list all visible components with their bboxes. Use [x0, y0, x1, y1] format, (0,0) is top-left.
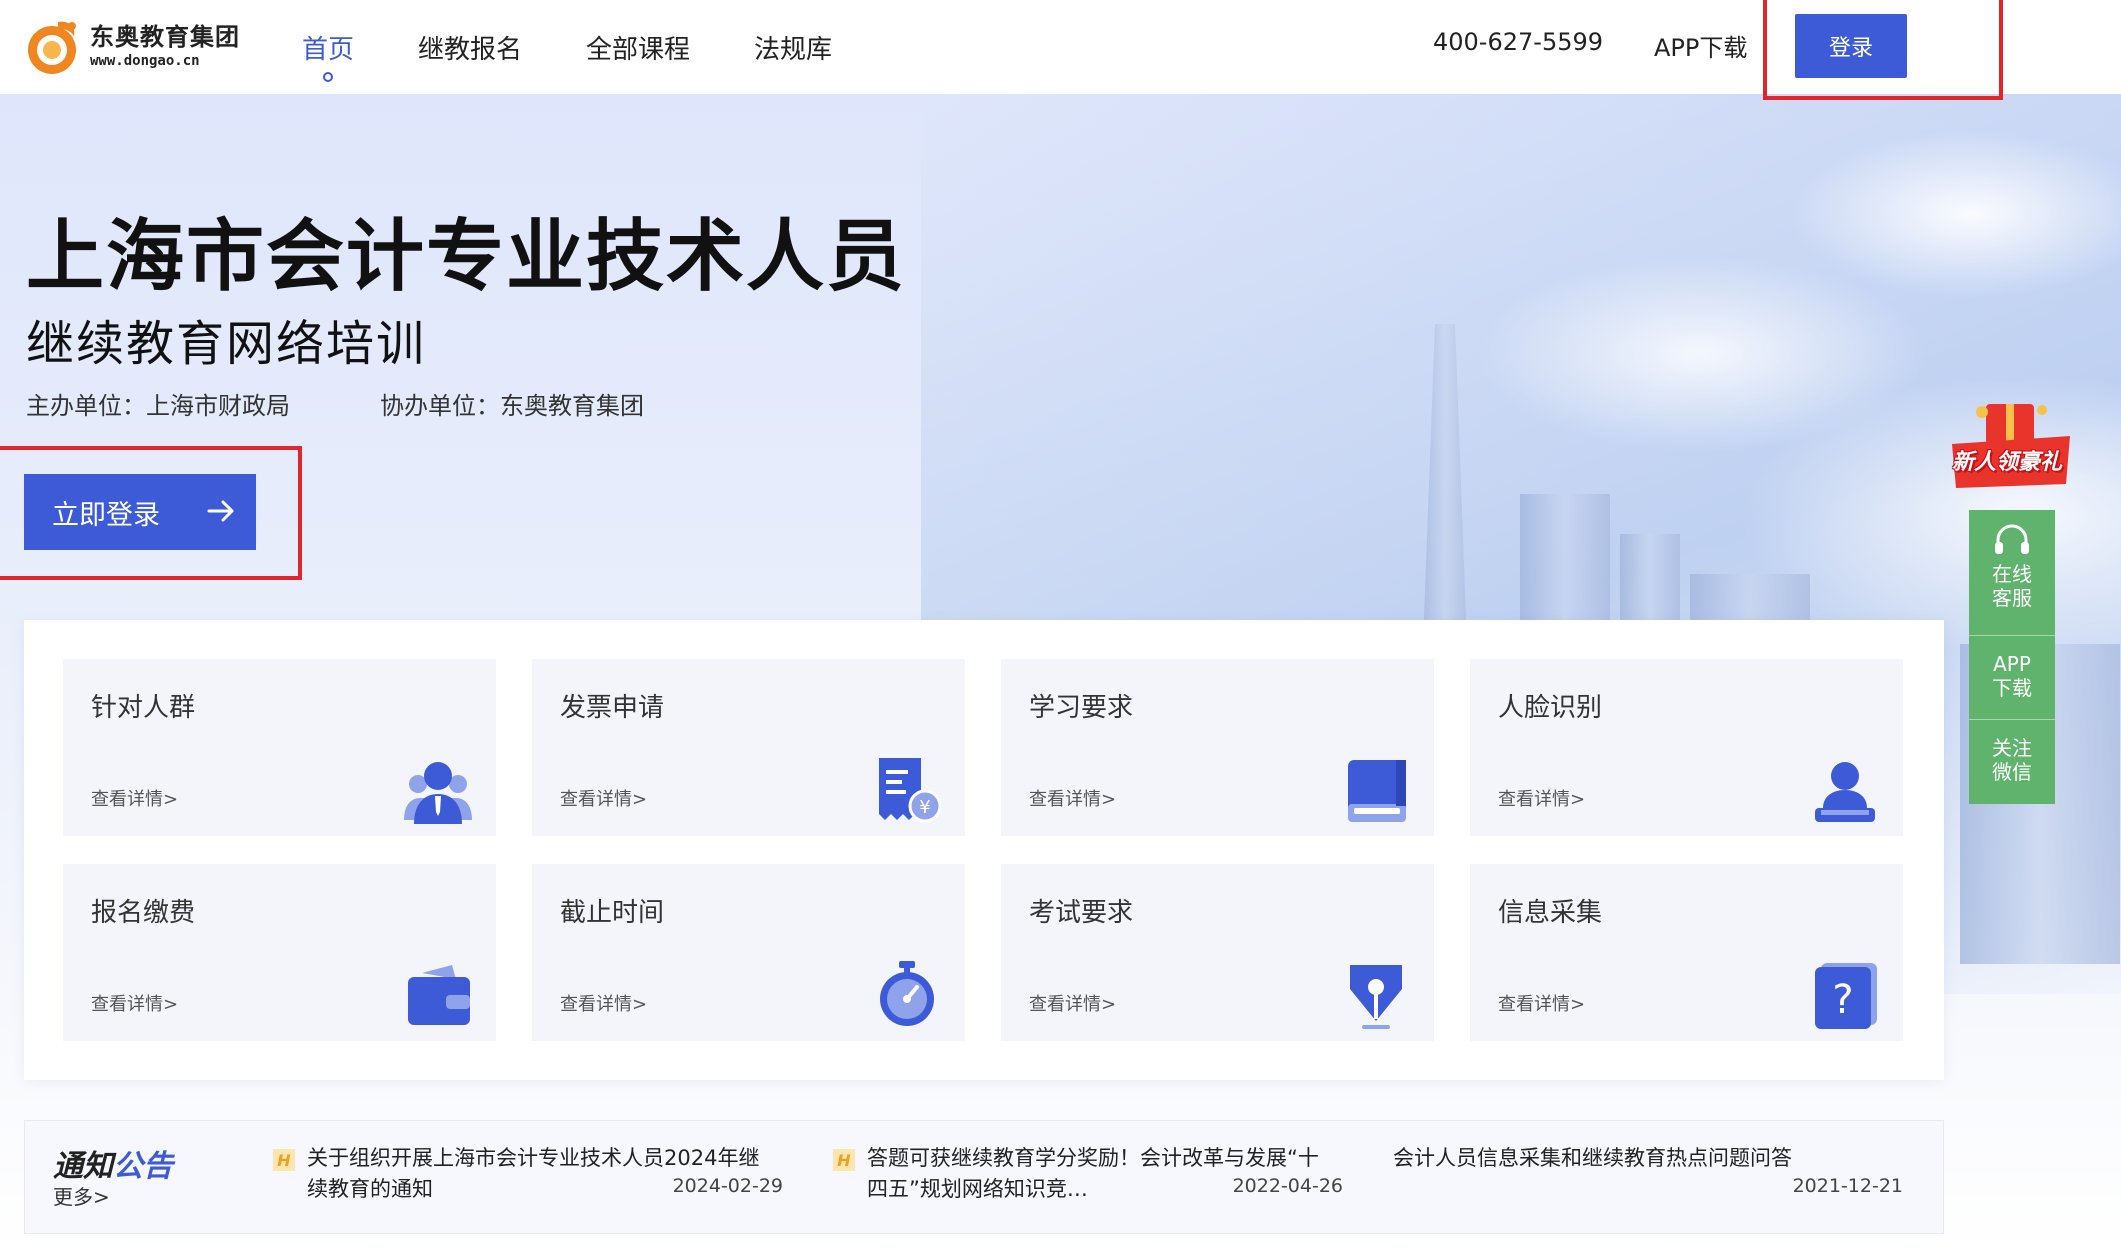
feature-study-requirements[interactable]: 学习要求 查看详情> — [1001, 659, 1434, 836]
feature-face-recognition[interactable]: 人脸识别 查看详情> — [1470, 659, 1903, 836]
feature-title: 发票申请 — [560, 693, 665, 723]
notice-item[interactable]: 会计人员信息采集和继续教育热点问题问答 2021-12-21 — [1393, 1143, 1913, 1213]
face-id-icon — [1815, 762, 1875, 822]
notice-bar: 通知公告 更多> H 关于组织开展上海市会计专业技术人员2024年继续教育的通知… — [24, 1120, 1944, 1234]
top-navbar: 东奥教育集团 www.dongao.cn 首页 继教报名 全部课程 法规库 40… — [0, 0, 2121, 94]
feature-title: 信息采集 — [1498, 898, 1603, 928]
notice-title: 会计人员信息采集和继续教育热点问题问答 — [1393, 1146, 1792, 1170]
feature-exam-requirements[interactable]: 考试要求 查看详情> — [1001, 864, 1434, 1041]
hero-title: 上海市会计专业技术人员 — [26, 212, 907, 302]
headset-icon — [1995, 524, 2029, 554]
app-download-float-button[interactable]: APP下载 — [1969, 636, 2055, 720]
invoice-icon: ¥ — [879, 758, 942, 823]
host-organization: 主办单位：上海市财政局 — [26, 392, 290, 420]
feature-title: 人脸识别 — [1498, 693, 1603, 723]
svg-text:?: ? — [1832, 977, 1853, 1023]
login-now-label: 立即登录 — [52, 499, 160, 531]
wallet-icon — [408, 965, 470, 1025]
nav-home[interactable]: 首页 — [270, 0, 386, 94]
login-button[interactable]: 登录 — [1795, 14, 1907, 78]
notice-heading: 通知公告 — [53, 1141, 173, 1185]
stopwatch-icon — [880, 961, 934, 1026]
nav-courses-label: 全部课程 — [586, 34, 691, 65]
main-nav: 首页 继教报名 全部课程 法规库 — [270, 0, 864, 94]
dongao-logo-icon — [28, 21, 76, 74]
notice-more-link[interactable]: 更多> — [53, 1181, 110, 1210]
nav-home-label: 首页 — [302, 34, 355, 65]
book-icon — [1348, 760, 1406, 822]
brand-logo[interactable]: 东奥教育集团 www.dongao.cn — [24, 16, 240, 76]
feature-title: 学习要求 — [1029, 693, 1134, 723]
notice-item[interactable]: H 关于组织开展上海市会计专业技术人员2024年继续教育的通知 2024-02-… — [273, 1143, 793, 1213]
app-download-float-label: APP下载 — [1992, 652, 2032, 700]
view-details-link[interactable]: 查看详情> — [1498, 785, 1585, 811]
feature-title: 针对人群 — [91, 693, 196, 723]
feature-title: 报名缴费 — [91, 898, 196, 928]
feature-deadline[interactable]: 截止时间 查看详情> — [532, 864, 965, 1041]
nav-regulations-label: 法规库 — [754, 34, 833, 65]
online-service-label: 在线客服 — [1992, 562, 2032, 610]
user-group-icon — [404, 762, 472, 824]
view-details-link[interactable]: 查看详情> — [1498, 990, 1585, 1016]
nav-courses[interactable]: 全部课程 — [554, 0, 722, 94]
new-user-gift-badge[interactable]: 新人领豪礼 — [1946, 396, 2076, 496]
nav-enroll-label: 继教报名 — [418, 34, 523, 65]
notice-heading-b: 公告 — [113, 1149, 173, 1184]
login-now-button[interactable]: 立即登录 — [24, 474, 256, 550]
feature-grid: 针对人群 查看详情> 发票申请 查看详情> ¥ 学习要求 查看详情> 人脸识别 … — [24, 620, 1944, 1080]
feature-invoice[interactable]: 发票申请 查看详情> ¥ — [532, 659, 965, 836]
nav-enroll[interactable]: 继教报名 — [386, 0, 554, 94]
feature-info-collection[interactable]: 信息采集 查看详情> ? — [1470, 864, 1903, 1041]
active-dot-icon — [323, 72, 333, 82]
gift-label: 新人领豪礼 — [1952, 450, 2063, 475]
feature-registration-payment[interactable]: 报名缴费 查看详情> — [63, 864, 496, 1041]
online-service-button[interactable]: 在线客服 — [1969, 510, 2055, 636]
view-details-link[interactable]: 查看详情> — [560, 785, 647, 811]
feature-title: 考试要求 — [1029, 898, 1134, 928]
feature-title: 截止时间 — [560, 898, 665, 928]
view-details-link[interactable]: 查看详情> — [560, 990, 647, 1016]
nav-regulations[interactable]: 法规库 — [722, 0, 864, 94]
svg-text:¥: ¥ — [919, 797, 930, 818]
co-host-organization: 协办单位：东奥教育集团 — [380, 392, 644, 420]
view-details-link[interactable]: 查看详情> — [1029, 785, 1116, 811]
follow-wechat-button[interactable]: 关注微信 — [1969, 720, 2055, 804]
hotline-number: 400-627-5599 — [1433, 28, 1604, 56]
pen-nib-icon — [1350, 965, 1402, 1029]
notice-date: 2021-12-21 — [1792, 1175, 1903, 1197]
app-download-link[interactable]: APP下载 — [1654, 28, 1747, 63]
floating-sidebar: 在线客服 APP下载 关注微信 — [1969, 510, 2055, 804]
arrow-right-icon — [207, 500, 234, 522]
feature-target-group[interactable]: 针对人群 查看详情> — [63, 659, 496, 836]
follow-wechat-label: 关注微信 — [1992, 736, 2032, 784]
notice-heading-a: 通知 — [53, 1149, 113, 1184]
view-details-link[interactable]: 查看详情> — [91, 990, 178, 1016]
hot-tag-icon: H — [273, 1149, 295, 1171]
view-details-link[interactable]: 查看详情> — [91, 785, 178, 811]
brand-name: 东奥教育集团 — [90, 23, 240, 51]
hero-subtitle: 继续教育网络培训 — [26, 316, 427, 372]
question-icon: ? — [1815, 963, 1877, 1029]
notice-date: 2022-04-26 — [1232, 1175, 1343, 1197]
hot-tag-icon: H — [833, 1149, 855, 1171]
view-details-link[interactable]: 查看详情> — [1029, 990, 1116, 1016]
notice-date: 2024-02-29 — [672, 1175, 783, 1197]
brand-url: www.dongao.cn — [90, 53, 200, 69]
notice-item[interactable]: H 答题可获继续教育学分奖励！会计改革与发展“十四五”规划网络知识竞… 2022… — [833, 1143, 1353, 1213]
